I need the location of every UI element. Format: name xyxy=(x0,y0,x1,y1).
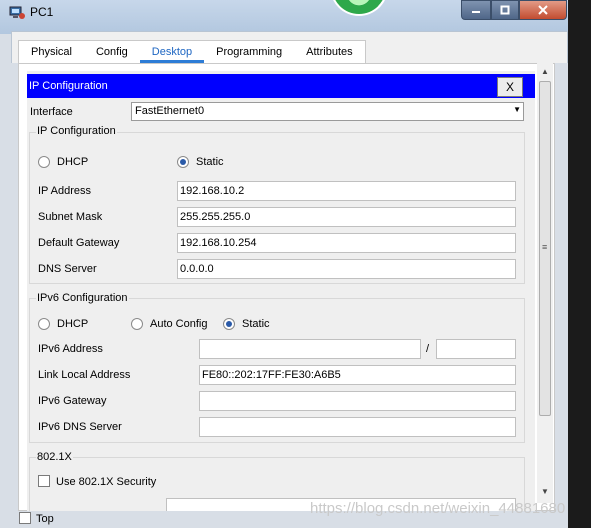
ipv6-static-radio[interactable] xyxy=(223,318,235,330)
maximize-button[interactable] xyxy=(491,0,519,20)
ipv4-dhcp-label: DHCP xyxy=(57,156,89,168)
ip-config-header: IP Configuration X xyxy=(27,74,535,98)
ipv6-auto-config-label: Auto Config xyxy=(150,318,208,330)
minimize-button[interactable] xyxy=(461,0,491,20)
scroll-up-icon[interactable]: ▲ xyxy=(537,65,553,79)
tab-physical[interactable]: Physical xyxy=(19,41,84,63)
scroll-down-icon[interactable]: ▼ xyxy=(537,485,553,499)
grip-icon: ≡ xyxy=(542,242,548,252)
default-gateway-value: 192.168.10.254 xyxy=(180,237,257,249)
background-strip xyxy=(568,0,591,528)
ipv6-gateway-field[interactable] xyxy=(199,391,516,411)
ipv6-gateway-label: IPv6 Gateway xyxy=(38,395,107,407)
dns-server-field[interactable]: 0.0.0.0 xyxy=(177,259,516,279)
link-local-value: FE80::202:17FF:FE30:A6B5 xyxy=(202,369,341,381)
tab-attributes[interactable]: Attributes xyxy=(294,41,364,63)
ip-config-header-title: IP Configuration xyxy=(29,80,108,92)
ipv6-static-label: Static xyxy=(242,318,270,330)
dot1x-group-title: 802.1X xyxy=(36,451,73,463)
tab-config[interactable]: Config xyxy=(84,41,140,63)
use-8021x-checkbox[interactable] xyxy=(38,475,50,487)
ip-address-label: IP Address xyxy=(38,185,91,197)
ipv6-dhcp-radio[interactable] xyxy=(38,318,50,330)
ip-configuration-window: IP Configuration X Interface FastEtherne… xyxy=(27,71,535,511)
close-ip-config-button[interactable]: X xyxy=(497,77,523,97)
close-window-button[interactable] xyxy=(519,0,567,20)
ip-address-field[interactable]: 192.168.10.2 xyxy=(177,181,516,201)
subnet-mask-field[interactable]: 255.255.255.0 xyxy=(177,207,516,227)
watermark-text: https://blog.csdn.net/weixin_44881680 xyxy=(310,500,566,517)
ipv6-address-field[interactable] xyxy=(199,339,421,359)
default-gateway-label: Default Gateway xyxy=(38,237,120,249)
ipv6-prefix-field[interactable] xyxy=(436,339,516,359)
ipv6-dns-field[interactable] xyxy=(199,417,516,437)
use-8021x-label: Use 802.1X Security xyxy=(56,476,157,488)
ipv4-static-label: Static xyxy=(196,156,224,168)
tab-programming[interactable]: Programming xyxy=(204,41,294,63)
ipv6-address-label: IPv6 Address xyxy=(38,343,103,355)
title-bar: PC1 xyxy=(0,0,591,34)
pc-icon xyxy=(9,6,25,20)
window-title: PC1 xyxy=(30,5,54,19)
ipv4-static-radio[interactable] xyxy=(177,156,189,168)
link-local-field[interactable]: FE80::202:17FF:FE30:A6B5 xyxy=(199,365,516,385)
top-checkbox[interactable] xyxy=(19,512,31,524)
minimize-icon xyxy=(472,11,480,13)
vertical-scrollbar[interactable]: ▲ ≡ ▼ xyxy=(537,63,553,503)
ipv6-dhcp-label: DHCP xyxy=(57,318,89,330)
subnet-mask-value: 255.255.255.0 xyxy=(180,211,251,223)
tab-desktop[interactable]: Desktop xyxy=(139,41,205,63)
link-local-label: Link Local Address xyxy=(38,369,131,381)
default-gateway-field[interactable]: 192.168.10.254 xyxy=(177,233,516,253)
ipv4-dhcp-radio[interactable] xyxy=(38,156,50,168)
ipv4-group-title: IP Configuration xyxy=(36,125,117,137)
tab-bar: Physical Config Desktop Programming Attr… xyxy=(18,40,366,64)
dns-server-label: DNS Server xyxy=(38,263,97,275)
ipv6-group-title: IPv6 Configuration xyxy=(36,292,129,304)
interface-value: FastEthernet0 xyxy=(135,105,205,117)
close-icon xyxy=(538,5,548,15)
prefix-separator: / xyxy=(426,343,430,355)
subnet-mask-label: Subnet Mask xyxy=(38,211,103,223)
top-label: Top xyxy=(36,513,54,525)
ip-address-value: 192.168.10.2 xyxy=(180,185,245,197)
logo-orb xyxy=(330,0,388,16)
scrollbar-thumb[interactable]: ≡ xyxy=(539,81,551,416)
interface-label: Interface xyxy=(30,106,73,118)
ipv6-auto-config-radio[interactable] xyxy=(131,318,143,330)
ipv6-dns-label: IPv6 DNS Server xyxy=(38,421,122,433)
interface-select[interactable]: FastEthernet0 ▼ xyxy=(131,102,524,121)
dns-server-value: 0.0.0.0 xyxy=(180,263,214,275)
maximize-icon xyxy=(500,5,510,15)
chevron-down-icon: ▼ xyxy=(513,105,521,114)
